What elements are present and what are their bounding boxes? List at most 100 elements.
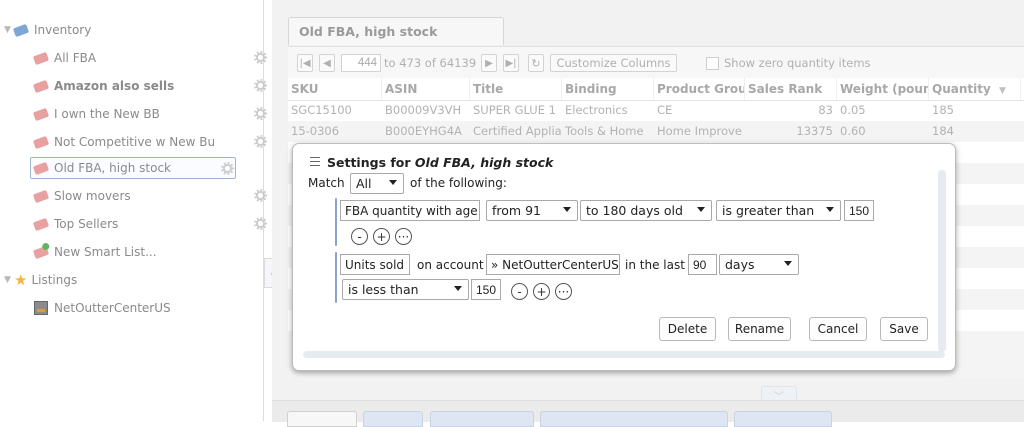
customize-columns-button[interactable]: Customize Columns bbox=[550, 54, 677, 72]
show-zero-quantity-checkbox[interactable] bbox=[706, 57, 719, 70]
sidebar-item-new-smart-list[interactable]: New Smart List... bbox=[32, 241, 157, 263]
cancel-button[interactable]: Cancel bbox=[809, 317, 867, 341]
column-header-sku[interactable]: SKU bbox=[288, 78, 382, 100]
cell-binding: Electronics bbox=[565, 103, 628, 117]
rule2-days-input[interactable] bbox=[688, 254, 717, 275]
dropdown-caret-icon bbox=[826, 207, 834, 212]
rule1-value-input[interactable] bbox=[844, 200, 874, 221]
rule1-from-value: from 91 bbox=[492, 203, 541, 218]
rule2-unit-select[interactable]: days bbox=[719, 254, 799, 275]
last-page-button[interactable]: ▶| bbox=[503, 54, 519, 72]
rename-button[interactable]: Rename bbox=[728, 317, 791, 341]
rule-options-button[interactable]: ··· bbox=[395, 228, 412, 245]
bottom-tab-2[interactable] bbox=[363, 411, 423, 427]
tag-icon bbox=[32, 161, 50, 175]
gear-icon[interactable] bbox=[221, 162, 234, 175]
cancel-button-label: Cancel bbox=[817, 322, 859, 336]
rule1-from-select[interactable]: from 91 bbox=[486, 200, 578, 221]
page-number-input[interactable] bbox=[341, 54, 381, 72]
rule-indicator bbox=[335, 252, 337, 303]
dialog-title-prefix: Settings for bbox=[327, 155, 415, 170]
cell-weight: 0.60 bbox=[840, 124, 866, 138]
rule-options-button[interactable]: ··· bbox=[555, 283, 572, 300]
sidebar-item-label: Top Sellers bbox=[54, 217, 119, 231]
next-page-button[interactable]: ▶ bbox=[481, 54, 497, 72]
rule1-to-select[interactable]: to 180 days old bbox=[580, 200, 712, 221]
refresh-button[interactable]: ↻ bbox=[528, 54, 544, 72]
ellipsis-icon: ··· bbox=[397, 229, 410, 244]
sidebar-item-all-fba[interactable]: All FBA bbox=[32, 47, 267, 69]
sidebar-item-slow-movers[interactable]: Slow movers bbox=[32, 185, 267, 207]
column-header-asin[interactable]: ASIN bbox=[382, 78, 470, 100]
sidebar-item-netouttercenterus[interactable]: NetOutterCenterUS bbox=[34, 297, 171, 319]
dialog-horizontal-scrollbar[interactable] bbox=[303, 351, 945, 358]
rule1-operator-value: is greater than bbox=[722, 203, 815, 218]
dialog-title: Settings for Old FBA, high stock bbox=[327, 155, 553, 170]
grid-toolbar: |◀ ◀ to 473 of 64139 ▶ ▶| ↻ Customize Co… bbox=[288, 46, 1024, 79]
add-rule-button[interactable]: + bbox=[373, 228, 390, 245]
rule2-operator-select[interactable]: is less than bbox=[342, 279, 469, 300]
column-header-weight[interactable]: Weight (poun bbox=[837, 78, 929, 100]
sidebar-item-top-sellers[interactable]: Top Sellers bbox=[32, 213, 267, 235]
prev-page-button[interactable]: ◀ bbox=[319, 54, 335, 72]
add-rule-button[interactable]: + bbox=[533, 283, 550, 300]
amazon-account-icon bbox=[34, 301, 48, 315]
table-row[interactable]: SGC15100 B00009V3VH SUPER GLUE 1 Electro… bbox=[288, 100, 1024, 121]
first-page-button[interactable]: |◀ bbox=[297, 54, 313, 72]
rule2-field[interactable]: Units sold bbox=[340, 254, 410, 275]
next-page-icon: ▶ bbox=[485, 57, 493, 69]
rule1-operator-select[interactable]: is greater than bbox=[716, 200, 841, 221]
column-header-title[interactable]: Title bbox=[470, 78, 562, 100]
on-account-label: on account bbox=[417, 258, 484, 272]
dialog-vertical-scrollbar[interactable] bbox=[938, 170, 946, 352]
bottom-tab-5[interactable] bbox=[734, 411, 832, 427]
match-select[interactable]: All bbox=[350, 173, 404, 194]
tag-icon bbox=[32, 107, 50, 121]
delete-button[interactable]: Delete bbox=[659, 317, 716, 341]
sidebar-item-old-fba-high-stock[interactable]: Old FBA, high stock bbox=[30, 157, 236, 179]
collapse-arrow-icon[interactable]: ▼ bbox=[4, 275, 14, 285]
sidebar-item-not-competitive[interactable]: Not Competitive w New Bu bbox=[32, 131, 267, 153]
smart-list-settings-dialog: Settings for Old FBA, high stock Match A… bbox=[292, 143, 956, 371]
column-header-product-group[interactable]: Product Grou bbox=[654, 78, 745, 100]
customize-columns-label: Customize Columns bbox=[556, 56, 671, 70]
gear-icon[interactable] bbox=[254, 79, 267, 92]
rule2-operator-value: is less than bbox=[348, 282, 419, 297]
sidebar-item-label: I own the New BB bbox=[54, 107, 160, 121]
rule2-value-input[interactable] bbox=[471, 279, 501, 300]
cell-title: SUPER GLUE 1 bbox=[473, 103, 556, 117]
gear-icon[interactable] bbox=[254, 51, 267, 64]
save-button[interactable]: Save bbox=[880, 317, 928, 341]
gear-icon[interactable] bbox=[254, 135, 267, 148]
remove-rule-button[interactable]: - bbox=[351, 228, 368, 245]
sidebar-item-inventory[interactable]: ▼ Inventory bbox=[4, 19, 91, 41]
rule2-account[interactable]: » NetOutterCenterUS bbox=[486, 254, 620, 275]
drag-menu-icon[interactable] bbox=[310, 157, 320, 166]
table-row[interactable]: 15-0306 B000EYHG4A Certified Applia Tool… bbox=[288, 121, 1024, 142]
sidebar-item-label: Old FBA, high stock bbox=[54, 161, 172, 175]
rule1-field[interactable]: FBA quantity with age bbox=[340, 200, 480, 221]
sidebar-item-i-own-new-bb[interactable]: I own the New BB bbox=[32, 103, 267, 125]
bottom-tab-1[interactable] bbox=[287, 411, 357, 427]
gear-icon[interactable] bbox=[254, 107, 267, 120]
gear-icon[interactable] bbox=[254, 189, 267, 202]
prev-page-icon: ◀ bbox=[323, 57, 331, 69]
dropdown-caret-icon bbox=[454, 286, 462, 291]
bottom-tab-4[interactable] bbox=[540, 411, 728, 427]
show-zero-quantity-label: Show zero quantity items bbox=[724, 56, 871, 70]
remove-rule-button[interactable]: - bbox=[511, 283, 528, 300]
of-following-label: of the following: bbox=[410, 176, 507, 190]
column-header-sales-rank[interactable]: Sales Rank bbox=[745, 78, 837, 100]
cell-asin: B000EYHG4A bbox=[385, 124, 462, 138]
tag-icon bbox=[32, 135, 50, 149]
column-header-binding[interactable]: Binding bbox=[562, 78, 654, 100]
tab-old-fba-high-stock[interactable]: Old FBA, high stock bbox=[288, 17, 504, 45]
sidebar-item-listings[interactable]: ▼ ★ Listings bbox=[4, 269, 77, 291]
star-icon: ★ bbox=[14, 271, 28, 289]
bottom-tab-3[interactable] bbox=[430, 411, 534, 427]
column-header-quantity[interactable]: Quantity ▼ bbox=[929, 78, 1021, 100]
gear-icon[interactable] bbox=[254, 217, 267, 230]
sidebar-item-amazon-also-sells[interactable]: Amazon also sells bbox=[32, 75, 267, 97]
dropdown-caret-icon bbox=[697, 207, 705, 212]
cell-quantity: 185 bbox=[932, 103, 954, 117]
